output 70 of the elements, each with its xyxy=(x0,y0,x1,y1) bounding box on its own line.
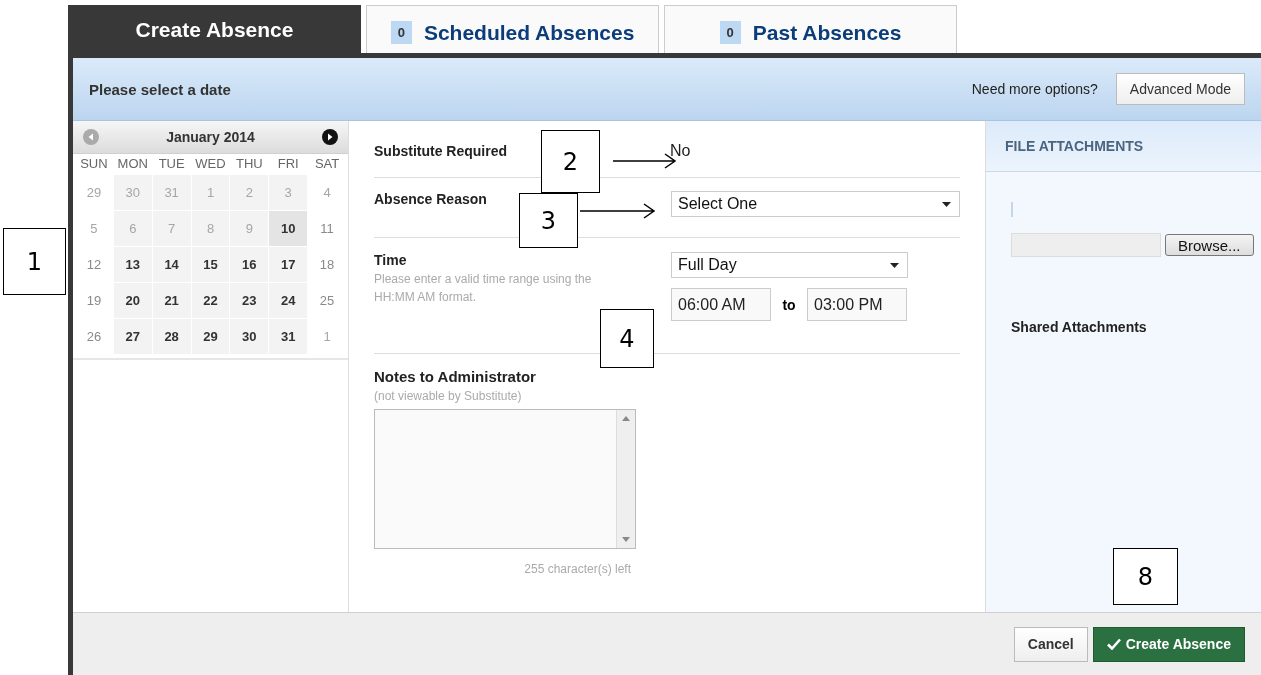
count-badge: 0 xyxy=(390,21,412,44)
weekday-label: WED xyxy=(194,155,227,173)
calendar-day[interactable]: 26 xyxy=(75,319,113,354)
time-dropdown[interactable]: Full Day xyxy=(671,252,908,278)
calendar-day[interactable]: 18 xyxy=(308,247,346,282)
callout-number: 3 xyxy=(519,193,578,248)
notes-hint: (not viewable by Substitute) xyxy=(374,388,523,405)
calendar-day[interactable]: 17 xyxy=(269,247,308,282)
options-hint: Need more options? xyxy=(971,81,1098,97)
scroll-up-icon[interactable] xyxy=(622,416,630,421)
tab[interactable]: 0 Past Absences xyxy=(664,5,957,53)
callout-number: 2 xyxy=(541,130,600,193)
calendar-day[interactable]: 19 xyxy=(75,283,113,318)
dropdown-caret-icon xyxy=(890,262,899,268)
weekday-label: SUN xyxy=(79,155,109,173)
tab[interactable]: Create Absence xyxy=(68,5,361,53)
calendar-day[interactable]: 30 xyxy=(230,319,269,354)
callout-number: 4 xyxy=(600,309,654,368)
field-label: Time xyxy=(374,252,408,268)
scroll-down-icon[interactable] xyxy=(622,537,630,542)
callout-number: 1 xyxy=(3,228,66,295)
callout-number: 8 xyxy=(1113,548,1178,605)
notes-textarea[interactable] xyxy=(374,409,636,549)
weekday-label: FRI xyxy=(276,155,300,173)
checkmark-icon xyxy=(1106,638,1121,650)
range-separator: to xyxy=(781,296,797,313)
calendar-day[interactable]: 20 xyxy=(113,283,152,318)
next-month-icon[interactable] xyxy=(322,129,338,145)
calendar-day[interactable]: 10 xyxy=(269,211,308,246)
month-title: January 2014 xyxy=(166,129,255,145)
file-path-field[interactable] xyxy=(1011,233,1161,257)
end-time-field[interactable]: 03:00 PM xyxy=(807,288,907,321)
calendar-day[interactable]: 31 xyxy=(269,319,308,354)
panel-title: FILE ATTACHMENTS xyxy=(1005,138,1144,154)
field-value: No xyxy=(670,142,692,160)
calendar-day[interactable]: 25 xyxy=(308,283,346,318)
weekday-label: MON xyxy=(116,155,149,173)
count-badge: 0 xyxy=(719,21,741,44)
time-hint: Please enter a valid time range using the HH:MM AM format. xyxy=(374,271,593,306)
start-time-field[interactable]: 06:00 AM xyxy=(671,288,771,321)
reason-dropdown[interactable]: Select One xyxy=(671,191,960,217)
previous-month-icon[interactable] xyxy=(83,129,99,145)
calendar-day[interactable]: 11 xyxy=(308,211,346,246)
calendar-day[interactable]: 27 xyxy=(113,319,152,354)
section-title: Please select a date xyxy=(89,80,232,98)
calendar-day[interactable]: 13 xyxy=(113,247,152,282)
calendar-day[interactable]: 23 xyxy=(230,283,269,318)
calendar-day[interactable]: 28 xyxy=(152,319,191,354)
dropdown-caret-icon xyxy=(942,201,951,207)
weekday-label: TUE xyxy=(157,155,186,173)
calendar-day[interactable]: 24 xyxy=(269,283,308,318)
calendar-day[interactable]: 12 xyxy=(75,247,113,282)
field-label: Absence Reason xyxy=(374,191,487,207)
cancel-button[interactable]: Cancel xyxy=(1013,626,1088,662)
shared-attachments-title: Shared Attachments xyxy=(1011,319,1148,335)
calendar-day[interactable]: 16 xyxy=(230,247,269,282)
field-label: Substitute Required xyxy=(374,143,507,159)
field-label: Notes to Administrator xyxy=(374,368,537,385)
weekday-label: SAT xyxy=(313,155,341,173)
tab[interactable]: 0 Scheduled Absences xyxy=(366,5,659,53)
calendar-day[interactable]: 15 xyxy=(191,247,230,282)
advanced-mode-button[interactable]: Advanced Mode xyxy=(1115,73,1245,105)
character-counter: 255 character(s) left xyxy=(524,562,631,576)
create-absence-button[interactable]: Create Absence xyxy=(1092,626,1245,662)
browse-button[interactable]: Browse... xyxy=(1165,234,1254,256)
calendar-day[interactable]: 21 xyxy=(152,283,191,318)
calendar-day[interactable]: 22 xyxy=(191,283,230,318)
calendar-day[interactable]: 29 xyxy=(191,319,230,354)
calendar-day[interactable]: 14 xyxy=(152,247,191,282)
weekday-label: THU xyxy=(235,155,264,173)
